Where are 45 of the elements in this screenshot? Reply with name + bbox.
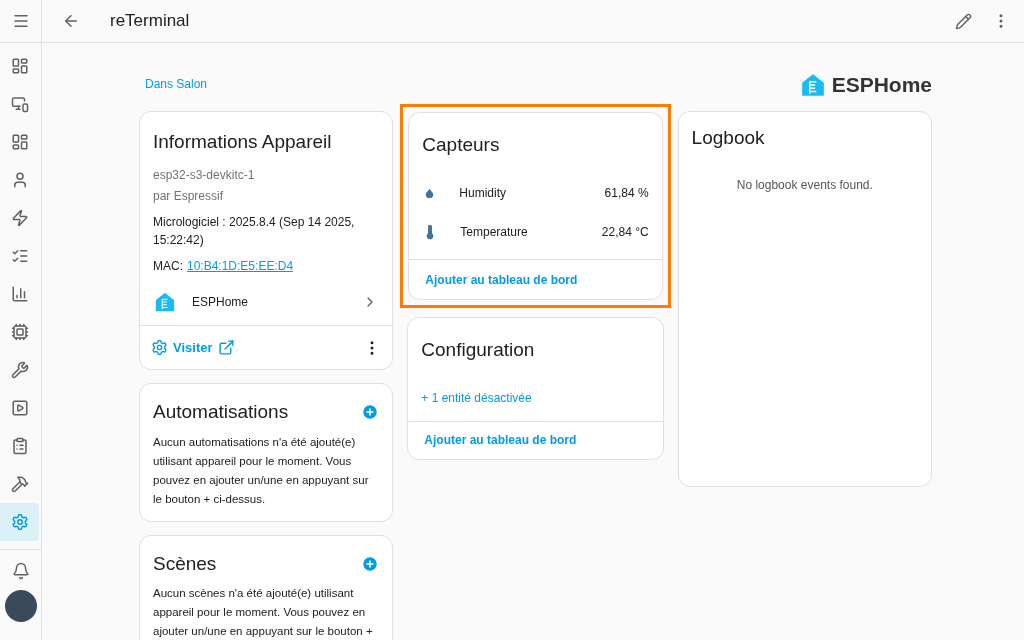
card-title: Capteurs [422, 132, 501, 157]
mac-label: MAC: [153, 258, 183, 275]
firmware-text: Micrologiciel : 2025.8.4 (Sep 14 2025, 15:22:42) [153, 214, 356, 249]
wrench-icon [10, 361, 29, 379]
hammer-icon [10, 475, 29, 493]
sensor-row[interactable]: Temperature 22,84 °C [422, 212, 649, 251]
model-text: esp32-s3-devkitc-1 [153, 167, 256, 184]
empty-text: No logbook events found. [735, 177, 874, 194]
sensor-row[interactable]: Humidity 61,84 % [422, 173, 649, 212]
sidebar-item[interactable] [0, 503, 39, 541]
notifications-icon[interactable] [11, 562, 30, 580]
clipboard-icon [10, 437, 29, 455]
play-icon [10, 399, 29, 417]
card-title: Configuration [421, 338, 536, 362]
menu-icon[interactable] [11, 12, 30, 30]
settings-icon [151, 339, 168, 356]
back-icon[interactable] [62, 12, 80, 30]
lightning-icon [10, 209, 29, 227]
card-title: Automatisations [153, 400, 289, 424]
brand-name: ESPHome [831, 72, 932, 98]
settings-icon [10, 513, 29, 531]
bar-chart-icon [10, 285, 29, 303]
empty-text: Aucun scènes n'a été ajouté(e) utilisant appareil pour le moment. Vous pouvez en ajouter un/une en appuyant sur le bouton + [153, 586, 374, 639]
manufacturer-text: par Espressif [153, 188, 225, 205]
add-icon[interactable] [361, 554, 380, 573]
dashboard-icon [10, 57, 29, 75]
page-title: reTerminal [110, 10, 190, 33]
list-icon [10, 247, 29, 265]
visit-button[interactable]: Visiter [151, 337, 235, 358]
card-title: Informations Appareil [153, 129, 333, 154]
avatar[interactable] [4, 590, 37, 622]
edit-icon[interactable] [955, 12, 972, 30]
mac-link[interactable]: 10:B4:1D:E5:EE:D4 [187, 257, 294, 275]
integration-row[interactable]: ESPHome [140, 279, 393, 325]
card-title: Scènes [153, 551, 217, 576]
chip-icon [10, 323, 29, 341]
empty-text: Aucun automatisations n'a été ajouté(e) utilisant appareil pour le moment. Vous pouvez en ajouter un/une en appuyant sur le bouton + ci-dessus. [153, 434, 370, 507]
area-link[interactable]: Dans Salon [145, 74, 208, 93]
dashboard-icon [10, 133, 29, 151]
add-to-dashboard-link[interactable]: Ajouter au tableau de bord [424, 431, 577, 449]
add-to-dashboard-link[interactable]: Ajouter au tableau de bord [425, 270, 578, 289]
external-link-icon [217, 339, 235, 356]
add-icon[interactable] [361, 403, 380, 422]
house-icon [154, 291, 176, 313]
card-title: Logbook [691, 125, 766, 150]
